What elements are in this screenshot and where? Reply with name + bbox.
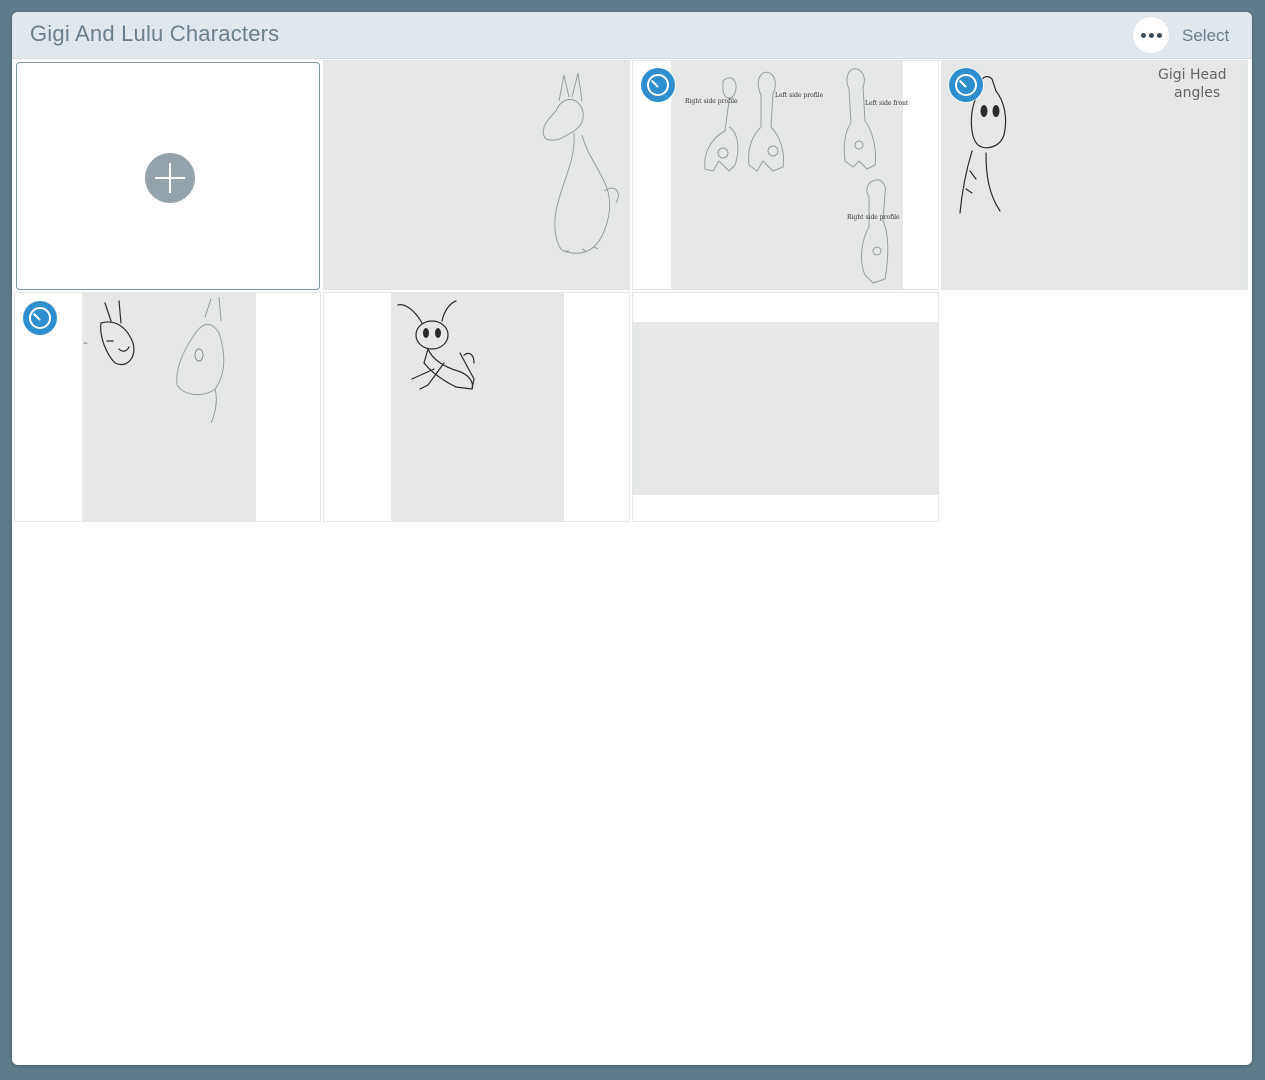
sketch-label: Gigi Head	[1158, 67, 1227, 83]
header-bar: Gigi And Lulu Characters Select	[12, 12, 1252, 59]
llama-heads-sketch: ~	[83, 296, 225, 424]
sketch-label: Left side front	[865, 100, 909, 107]
artwork-tile-grasshopper[interactable]	[323, 292, 630, 522]
gallery-window: Gigi And Lulu Characters Select Right si…	[12, 12, 1252, 1065]
page-title: Gigi And Lulu Characters	[30, 21, 280, 46]
llama-sketch	[542, 72, 619, 254]
sketch-label: Right side profile	[847, 214, 900, 221]
artwork-tile-llama-heads[interactable]: ~	[14, 292, 321, 522]
sketch-label: Left side profile	[775, 92, 824, 99]
more-options-button[interactable]	[1133, 17, 1169, 53]
sketch-label: Right side profile	[685, 98, 738, 105]
svg-text:~: ~	[83, 340, 88, 347]
timelapse-icon	[641, 68, 675, 102]
more-horizontal-icon	[1140, 32, 1146, 38]
artwork-tile-giraffe-head-angles[interactable]: Gigi Head angles	[941, 60, 1248, 290]
artwork-grid: Right side profile Left side profile Lef…	[14, 60, 1252, 526]
plus-icon	[145, 153, 195, 203]
add-artwork-tile[interactable]	[16, 62, 320, 290]
sketch-label: angles	[1174, 85, 1220, 101]
timelapse-icon	[23, 301, 57, 335]
timelapse-icon	[949, 68, 983, 102]
artwork-tile-llama[interactable]	[323, 60, 630, 290]
artwork-tile-giraffe-turnaround[interactable]: Right side profile Left side profile Lef…	[632, 60, 939, 290]
artwork-thumbnail	[633, 322, 938, 495]
giraffe-head-angles-sketch: Gigi Head angles	[959, 67, 1227, 214]
artwork-tile-blank[interactable]	[632, 292, 939, 522]
select-button[interactable]: Select	[1182, 26, 1229, 46]
giraffe-turnaround-sketch: Right side profile Left side profile Lef…	[685, 68, 909, 284]
grasshopper-sketch	[397, 300, 475, 390]
